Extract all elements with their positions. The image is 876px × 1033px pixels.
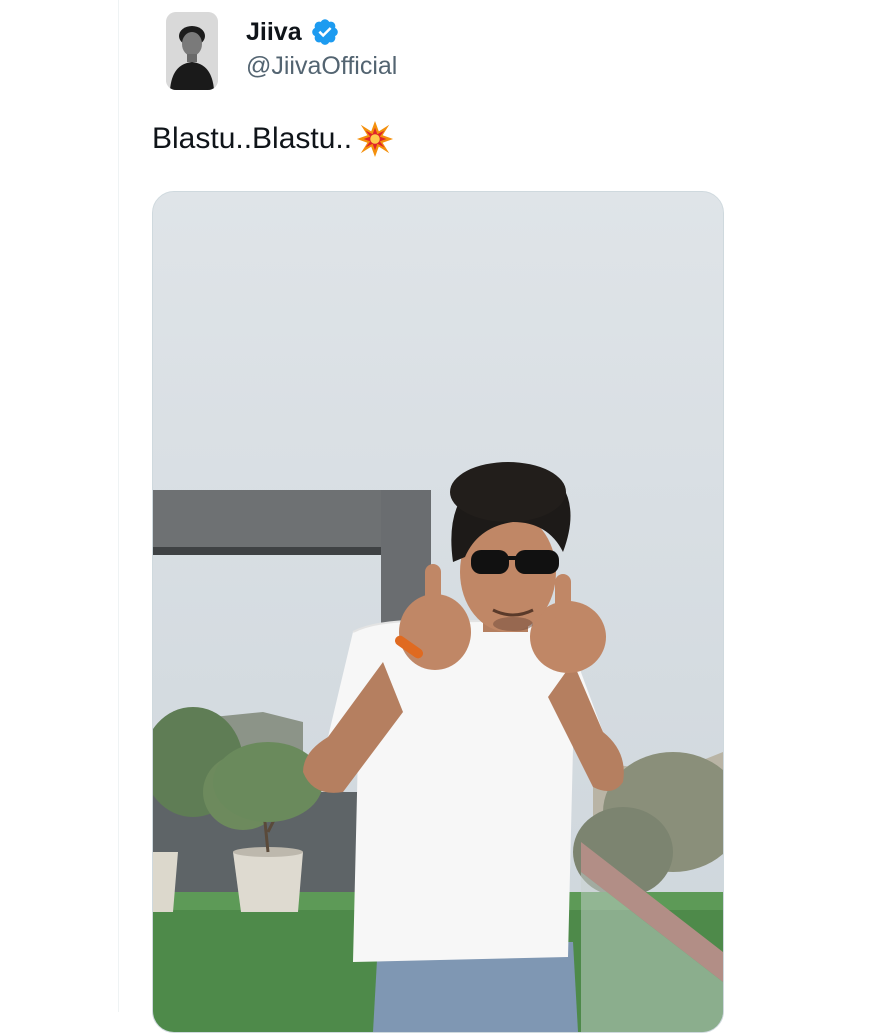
avatar[interactable]: [166, 12, 218, 90]
name-row: Jiiva: [246, 14, 397, 50]
tweet[interactable]: Jiiva @JiivaOfficial Blastu..Blastu..: [118, 0, 876, 1033]
author-block: Jiiva @JiivaOfficial: [246, 14, 397, 81]
author-handle[interactable]: @JiivaOfficial: [246, 52, 397, 81]
collision-icon: [356, 120, 394, 158]
verified-badge-icon[interactable]: [310, 17, 340, 47]
tweet-media-photo[interactable]: [152, 191, 724, 1033]
tweet-text-content: Blastu..Blastu..: [152, 122, 353, 155]
tweet-text: Blastu..Blastu..: [152, 120, 394, 158]
author-display-name[interactable]: Jiiva: [246, 18, 302, 47]
photo-illustration: [153, 192, 723, 1032]
